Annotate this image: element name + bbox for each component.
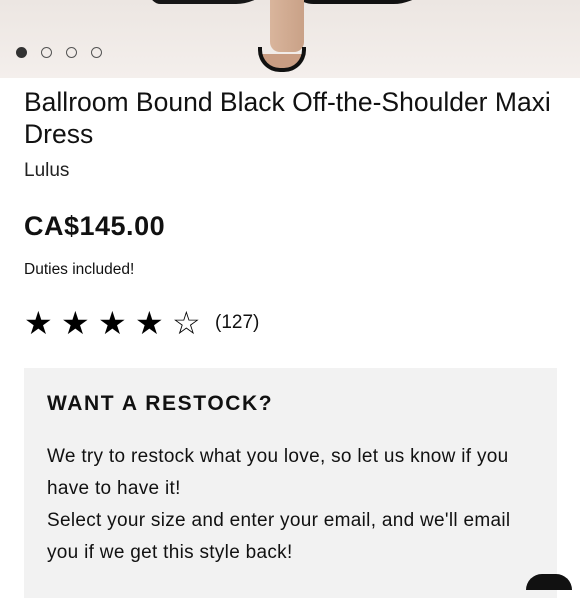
dress-hem-right — [285, 0, 445, 4]
restock-text-1: We try to restock what you love, so let … — [47, 446, 509, 499]
star-filled-icon: ★ — [61, 305, 90, 341]
restock-text-2: Select your size and enter your email, a… — [47, 510, 511, 563]
sandal-strap — [258, 47, 306, 72]
review-count[interactable]: (127) — [215, 312, 259, 334]
carousel-dot-1[interactable] — [16, 47, 27, 58]
product-title: Ballroom Bound Black Off-the-Shoulder Ma… — [24, 87, 551, 149]
product-price: CA$145.00 — [24, 211, 166, 241]
carousel-dot-3[interactable] — [66, 47, 77, 58]
brand-name[interactable]: Lulus — [24, 160, 69, 182]
restock-heading: WANT A RESTOCK? — [47, 392, 274, 415]
star-filled-icon: ★ — [135, 305, 164, 341]
chat-button[interactable] — [526, 574, 572, 590]
carousel-indicators — [16, 47, 102, 58]
star-filled-icon: ★ — [24, 305, 53, 341]
rating[interactable]: ★ ★ ★ ★ ☆ (127) — [24, 305, 259, 341]
star-empty-icon: ☆ — [172, 305, 201, 341]
dress-hem-left — [150, 0, 280, 4]
star-filled-icon: ★ — [98, 305, 127, 341]
model-leg — [270, 0, 304, 52]
product-image[interactable] — [0, 0, 580, 78]
carousel-dot-4[interactable] — [91, 47, 102, 58]
duties-note: Duties included! — [24, 261, 135, 278]
restock-panel: WANT A RESTOCK? We try to restock what y… — [24, 368, 557, 598]
carousel-dot-2[interactable] — [41, 47, 52, 58]
